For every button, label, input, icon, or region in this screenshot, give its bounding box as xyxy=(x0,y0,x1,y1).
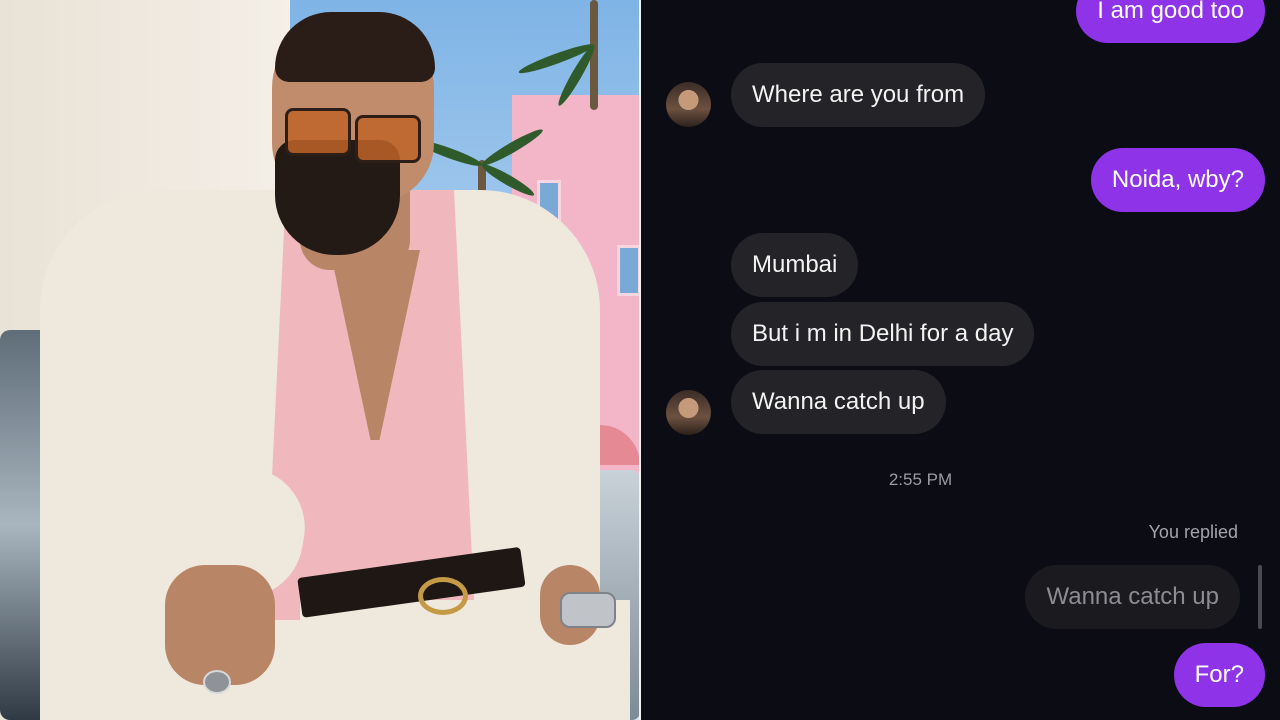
message-incoming[interactable]: But i m in Delhi for a day xyxy=(731,302,1035,366)
photo-ring xyxy=(203,670,231,694)
profile-photo xyxy=(0,0,640,720)
reply-indicator-bar xyxy=(1258,565,1262,629)
photo-glasses-left xyxy=(285,108,351,156)
chat-thread[interactable]: I am good too Where are you from Noida, … xyxy=(641,0,1280,720)
message-timestamp: 2:55 PM xyxy=(641,470,1280,490)
contact-avatar[interactable] xyxy=(666,82,711,127)
photo-hair xyxy=(275,12,435,82)
photo-hand xyxy=(165,565,275,685)
message-outgoing[interactable]: Noida, wby? xyxy=(1090,148,1265,212)
message-outgoing[interactable]: I am good too xyxy=(1076,0,1265,43)
message-incoming[interactable]: Wanna catch up xyxy=(731,370,946,434)
message-outgoing[interactable]: For? xyxy=(1173,643,1265,707)
photo-watch xyxy=(560,592,616,628)
photo-belt-buckle xyxy=(418,577,468,615)
photo-glasses-right xyxy=(355,115,421,163)
message-incoming[interactable]: Mumbai xyxy=(731,233,859,297)
timestamp-text: 2:55 PM xyxy=(888,470,953,489)
replied-label: You replied xyxy=(1148,522,1238,542)
message-incoming[interactable]: Where are you from xyxy=(731,63,986,127)
photo-person xyxy=(0,0,640,720)
contact-avatar[interactable] xyxy=(666,390,711,435)
reply-quote[interactable]: Wanna catch up xyxy=(1025,565,1240,629)
